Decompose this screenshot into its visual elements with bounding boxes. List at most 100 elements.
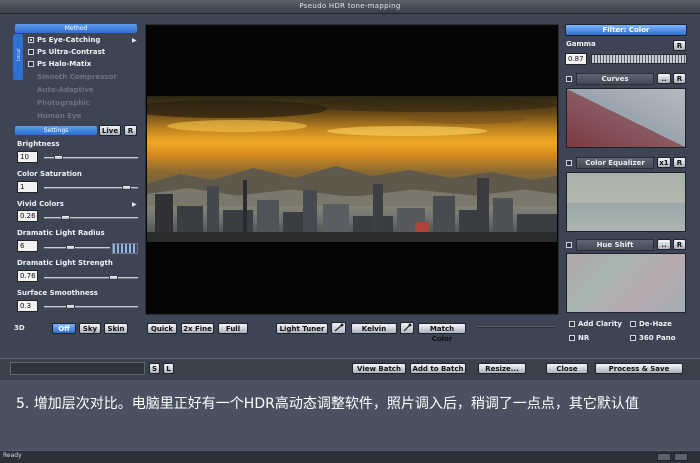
status-indicator-icon: [674, 453, 688, 461]
caption-panel: 5. 增加层次对比。电脑里正好有一个HDR高动态调整软件，照片调入后，稍调了一点…: [0, 380, 700, 450]
quick-button[interactable]: Quick: [147, 323, 177, 334]
hue-shift-header: Hue Shift: [576, 239, 654, 251]
batch-path-field[interactable]: [10, 362, 145, 375]
live-button[interactable]: Live: [99, 125, 121, 136]
radius-preset-grid[interactable]: [112, 243, 138, 254]
curves-reset-button[interactable]: R: [673, 73, 686, 84]
dramatic-light-strength-value[interactable]: 0.76: [17, 270, 38, 282]
vivid-colors-slider[interactable]: [44, 215, 138, 220]
chevron-right-icon[interactable]: ▶: [132, 37, 137, 44]
status-text: Ready: [3, 452, 22, 459]
save-settings-button[interactable]: S: [149, 363, 160, 374]
hue-options-button[interactable]: ..: [657, 239, 671, 250]
full-button[interactable]: Full: [218, 323, 248, 334]
color-saturation-slider[interactable]: [44, 185, 138, 190]
equalizer-reset-button[interactable]: R: [673, 157, 686, 168]
checkbox-icon: [28, 61, 34, 67]
nr-option[interactable]: NR: [569, 334, 589, 342]
method-item-eye-catching[interactable]: Ps Eye-Catching: [28, 36, 100, 44]
resize-button[interactable]: Resize...: [478, 363, 526, 374]
pipette-icon[interactable]: [400, 322, 414, 334]
360-pano-option[interactable]: 360 Pano: [630, 334, 676, 342]
surface-smoothness-label: Surface Smoothness: [17, 289, 98, 297]
chevron-right-icon[interactable]: ▶: [132, 201, 137, 208]
add-clarity-option[interactable]: Add Clarity: [569, 320, 622, 328]
checkbox-icon: [569, 335, 575, 341]
brightness-value[interactable]: 10: [17, 151, 38, 163]
window-title-bar: Pseudo HDR tone-mapping: [0, 0, 700, 14]
equalizer-x1-button[interactable]: x1: [657, 157, 671, 168]
color-saturation-label: Color Saturation: [17, 170, 82, 178]
checkbox-icon: [28, 37, 34, 43]
local-vertical-tab[interactable]: Local: [13, 34, 23, 80]
gamma-slider[interactable]: [591, 54, 687, 64]
curves-graph[interactable]: [566, 88, 686, 148]
checkbox-icon: [569, 321, 575, 327]
method-item-halo-matix[interactable]: Ps Halo-Matix: [28, 60, 91, 68]
brightness-label: Brightness: [17, 140, 60, 148]
mode-sky-button[interactable]: Sky: [79, 323, 101, 334]
3d-label: 3D: [14, 324, 25, 332]
de-haze-option[interactable]: De-Haze: [630, 320, 672, 328]
method-item-human-eye: Human Eye: [37, 112, 82, 120]
close-button[interactable]: Close: [546, 363, 588, 374]
match-color-button[interactable]: Match Color: [418, 323, 466, 343]
color-equalizer-graph[interactable]: [566, 172, 686, 232]
view-batch-button[interactable]: View Batch: [352, 363, 406, 374]
dramatic-light-radius-slider[interactable]: [44, 245, 110, 250]
dramatic-light-radius-label: Dramatic Light Radius: [17, 229, 105, 237]
slider-thumb[interactable]: [61, 215, 70, 220]
light-tuner-button[interactable]: Light Tuner: [276, 323, 328, 334]
hue-shift-graph[interactable]: [566, 253, 686, 313]
method-item-smooth-compressor: Smooth Compressor: [37, 73, 117, 81]
surface-smoothness-value[interactable]: 0.3: [17, 300, 38, 312]
color-equalizer-checkbox[interactable]: [566, 160, 572, 166]
gamma-value[interactable]: 0.87: [565, 53, 587, 65]
status-bar: Ready: [0, 450, 700, 463]
slider-thumb[interactable]: [109, 275, 118, 280]
method-item-photographic: Photographic: [37, 99, 90, 107]
mode-off-button[interactable]: Off: [52, 323, 76, 334]
fine-button[interactable]: 2x Fine: [181, 323, 214, 334]
method-item-ultra-contrast[interactable]: Ps Ultra-Contrast: [28, 48, 105, 56]
slider-thumb[interactable]: [54, 155, 63, 160]
vivid-colors-label: Vivid Colors: [17, 200, 64, 208]
process-and-save-button[interactable]: Process & Save: [595, 363, 683, 374]
load-settings-button[interactable]: L: [163, 363, 174, 374]
brightness-slider[interactable]: [44, 155, 138, 160]
eyedropper-icon[interactable]: [331, 322, 346, 334]
hue-shift-checkbox[interactable]: [566, 242, 572, 248]
caption-text: 5. 增加层次对比。电脑里正好有一个HDR高动态调整软件，照片调入后，稍调了一点…: [16, 396, 639, 412]
reset-settings-button[interactable]: R: [124, 125, 137, 136]
settings-header: Settings: [15, 126, 97, 135]
status-indicator-icon: [657, 453, 671, 461]
filter-color-header[interactable]: Filter: Color: [565, 24, 687, 36]
local-tab-label: Local: [16, 48, 22, 62]
surface-smoothness-slider[interactable]: [44, 304, 138, 309]
mode-skin-button[interactable]: Skin: [104, 323, 128, 334]
slider-thumb[interactable]: [122, 185, 131, 190]
curves-header: Curves: [576, 73, 654, 85]
dramatic-light-radius-value[interactable]: 6: [17, 240, 38, 252]
checkbox-icon: [630, 335, 636, 341]
vivid-colors-value[interactable]: 0.26: [17, 210, 38, 222]
color-saturation-value[interactable]: 1: [17, 181, 38, 193]
color-equalizer-header: Color Equalizer: [576, 157, 654, 169]
slider-thumb[interactable]: [66, 245, 75, 250]
gamma-reset-button[interactable]: R: [673, 40, 686, 51]
kelvin-button[interactable]: Kelvin: [351, 323, 397, 334]
method-item-auto-adaptive: Auto-Adaptive: [37, 86, 94, 94]
slider-thumb[interactable]: [66, 304, 75, 309]
curves-options-button[interactable]: ..: [657, 73, 671, 84]
match-color-slider[interactable]: [476, 326, 556, 328]
curves-checkbox[interactable]: [566, 76, 572, 82]
checkbox-icon: [28, 49, 34, 55]
dramatic-light-strength-label: Dramatic Light Strength: [17, 259, 113, 267]
window-title: Pseudo HDR tone-mapping: [299, 2, 401, 10]
dramatic-light-strength-slider[interactable]: [44, 275, 138, 280]
photo-preview: [147, 96, 557, 242]
hue-reset-button[interactable]: R: [673, 239, 686, 250]
method-header: Method: [15, 24, 137, 33]
add-to-batch-button[interactable]: Add to Batch: [410, 363, 466, 374]
gamma-label: Gamma: [566, 40, 596, 48]
